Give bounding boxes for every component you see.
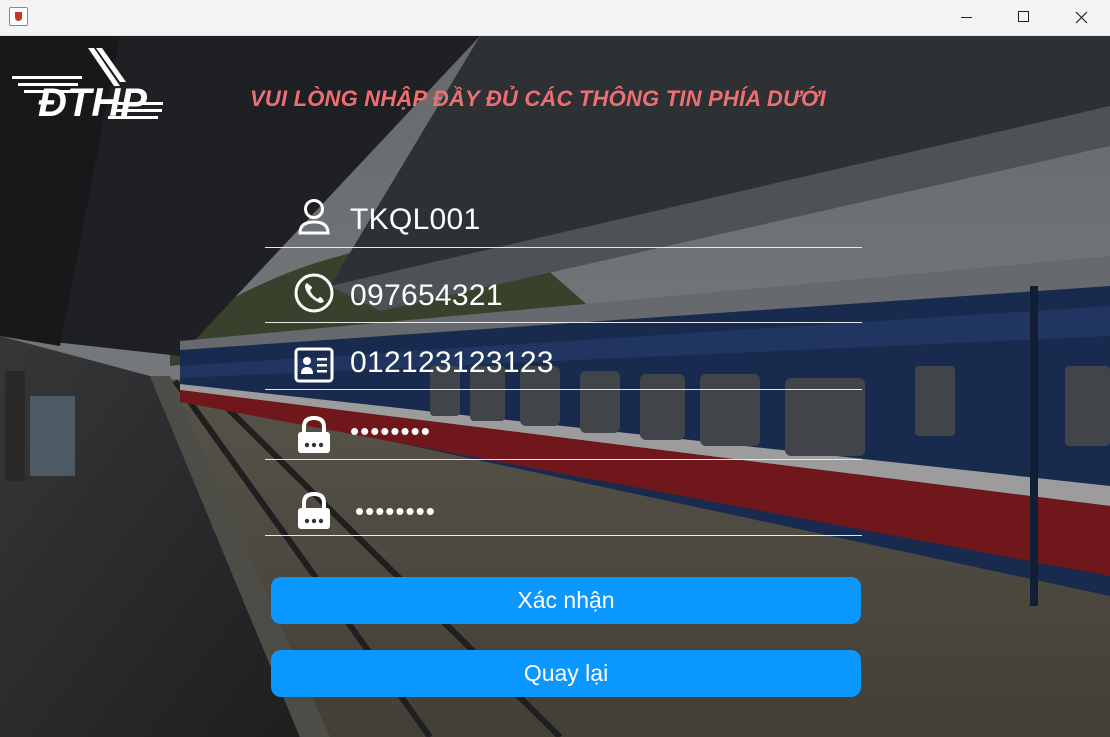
lock-icon [298, 491, 330, 529]
password-field[interactable]: •••••••• [265, 400, 862, 460]
maximize-button[interactable] [994, 0, 1052, 36]
id-number-field[interactable]: 012123123123 [265, 330, 862, 390]
close-icon [1075, 11, 1088, 24]
phone-input[interactable]: 097654321 [350, 279, 830, 313]
confirm-password-underline [265, 535, 862, 536]
username-field[interactable]: TKQL001 [265, 188, 862, 248]
password-underline [265, 459, 862, 460]
svg-text:ĐTHP: ĐTHP [38, 81, 147, 121]
password-input[interactable]: •••••••• [350, 416, 431, 447]
window-titlebar [0, 0, 1110, 36]
minimize-icon [961, 17, 972, 18]
back-button[interactable]: Quay lại [271, 650, 861, 697]
confirm-password-input[interactable]: •••••••• [355, 496, 436, 527]
phone-underline [265, 322, 862, 323]
id-number-underline [265, 389, 862, 390]
username-underline [265, 247, 862, 248]
lock-icon [298, 415, 330, 453]
java-app-icon [9, 7, 28, 26]
confirm-button[interactable]: Xác nhận [271, 577, 861, 624]
page-heading: VUI LÒNG NHẬP ĐẦY ĐỦ CÁC THÔNG TIN PHÍA … [250, 86, 826, 111]
phone-field[interactable]: 097654321 [265, 263, 862, 323]
phone-icon [294, 273, 334, 313]
username-input[interactable]: TKQL001 [350, 203, 830, 237]
close-button[interactable] [1052, 0, 1110, 36]
id-number-input[interactable]: 012123123123 [350, 346, 830, 380]
minimize-button[interactable] [937, 0, 995, 36]
confirm-password-field[interactable]: •••••••• [265, 476, 862, 536]
id-card-icon [294, 347, 334, 383]
login-background: ĐTHP VUI LÒNG NHẬP ĐẦY ĐỦ CÁC THÔNG TIN … [0, 36, 1110, 737]
maximize-icon [1018, 11, 1029, 22]
user-icon [298, 199, 330, 235]
dthp-logo: ĐTHP [12, 48, 163, 121]
